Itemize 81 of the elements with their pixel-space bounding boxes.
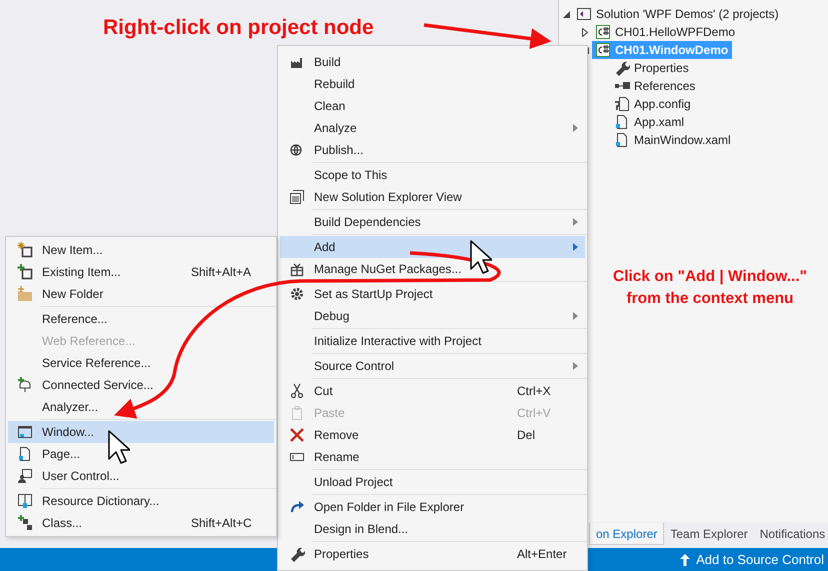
config-file-icon (614, 96, 630, 112)
menu-item[interactable]: Manage NuGet Packages... (280, 258, 585, 280)
file-icon (614, 114, 630, 130)
menu-item[interactable]: User Control... (8, 465, 274, 487)
up-arrow-icon (680, 554, 690, 566)
wrench-icon (289, 546, 305, 562)
menu-item[interactable]: Connected Service... (8, 374, 274, 396)
folder-icon (17, 286, 33, 302)
menu-item[interactable]: Rename (280, 446, 585, 468)
menu-item[interactable]: Debug (280, 305, 585, 327)
submenu-arrow-icon (573, 243, 578, 251)
annotation-text: Right-click on project node (103, 15, 374, 41)
tree-item[interactable]: CH01.HelloWPFDemo (592, 23, 740, 41)
book-icon (17, 493, 33, 509)
menu-item[interactable]: Publish... (280, 139, 585, 161)
menu-item[interactable]: Class... Shift+Alt+C (8, 512, 274, 534)
tree-item[interactable]: Solution 'WPF Demos' (2 projects) (573, 5, 783, 23)
expanded-arrow-icon[interactable] (562, 10, 570, 18)
file-icon (17, 446, 33, 462)
panel-tab[interactable]: Team Explorer (664, 523, 754, 545)
window-icon (17, 424, 33, 440)
solution-icon (576, 6, 592, 22)
csharp-project-icon (595, 24, 611, 40)
menu-item[interactable]: Remove Del (280, 424, 585, 446)
file-icon (614, 132, 630, 148)
tree-item[interactable]: App.xaml (611, 113, 688, 131)
panel-tab[interactable]: Notifications (754, 523, 828, 545)
submenu-arrow-icon (573, 362, 578, 370)
tree-item[interactable]: MainWindow.xaml (611, 131, 735, 149)
class-icon (17, 515, 33, 531)
window-list-icon (289, 189, 305, 205)
collapsed-arrow-icon[interactable] (582, 28, 588, 36)
menu-item[interactable]: Scope to This (280, 164, 585, 186)
annotation-text: from the context menu (626, 289, 794, 309)
menu-item[interactable]: Service Reference... (8, 352, 274, 374)
menu-item[interactable]: Rebuild (280, 73, 585, 95)
tree-item[interactable]: References (611, 77, 700, 95)
plug-icon (17, 377, 33, 393)
menu-item[interactable]: Analyzer... (8, 396, 274, 418)
add-file-icon (17, 264, 33, 280)
csharp-project-icon (595, 42, 611, 58)
annotation-text: Click on "Add | Window..." (613, 267, 807, 287)
wrench-icon (614, 60, 630, 76)
new-file-icon (17, 242, 33, 258)
menu-item[interactable]: Initialize Interactive with Project (280, 330, 585, 352)
menu-item[interactable]: Page... (8, 443, 274, 465)
tree-item[interactable]: Properties (611, 59, 693, 77)
mouse-cursor (470, 240, 492, 274)
menu-item[interactable]: Resource Dictionary... (8, 490, 274, 512)
tree-item[interactable]: App.config (611, 95, 695, 113)
menu-item[interactable]: Add (280, 236, 585, 258)
submenu-arrow-icon (573, 312, 578, 320)
close-icon (289, 427, 305, 443)
panel-tab[interactable]: on Explorer (589, 523, 664, 545)
menu-item[interactable]: Build (280, 51, 585, 73)
status-text: Add to Source Control (696, 550, 824, 569)
curved-arrow-icon (289, 499, 305, 515)
menu-item[interactable]: Design in Blend... (280, 518, 585, 540)
user-control-icon (17, 468, 33, 484)
menu-item[interactable]: New Item... (8, 239, 274, 261)
menu-item[interactable]: Source Control (280, 355, 585, 377)
submenu-arrow-icon (573, 218, 578, 226)
menu-item[interactable]: Open Folder in File Explorer (280, 496, 585, 518)
clipboard-icon (289, 405, 305, 421)
submenu-arrow-icon (573, 124, 578, 132)
menu-item[interactable]: Window... (8, 421, 274, 443)
menu-item[interactable]: Unload Project (280, 471, 585, 493)
scissors-icon (289, 383, 305, 399)
menu-item[interactable]: Set as StartUp Project (280, 283, 585, 305)
menu-item[interactable]: New Folder (8, 283, 274, 305)
menu-item[interactable]: Cut Ctrl+X (280, 380, 585, 402)
menu-item[interactable]: New Solution Explorer View (280, 186, 585, 208)
mouse-cursor (108, 430, 130, 464)
menu-item[interactable]: Build Dependencies (280, 211, 585, 233)
menu-item[interactable]: Existing Item... Shift+Alt+A (8, 261, 274, 283)
menu-item[interactable]: Analyze (280, 117, 585, 139)
settings-icon (289, 286, 305, 302)
gift-icon (289, 261, 305, 277)
menu-item[interactable]: Properties Alt+Enter (280, 543, 585, 565)
menu-item[interactable]: Clean (280, 95, 585, 117)
menu-item[interactable]: Reference... (8, 308, 274, 330)
